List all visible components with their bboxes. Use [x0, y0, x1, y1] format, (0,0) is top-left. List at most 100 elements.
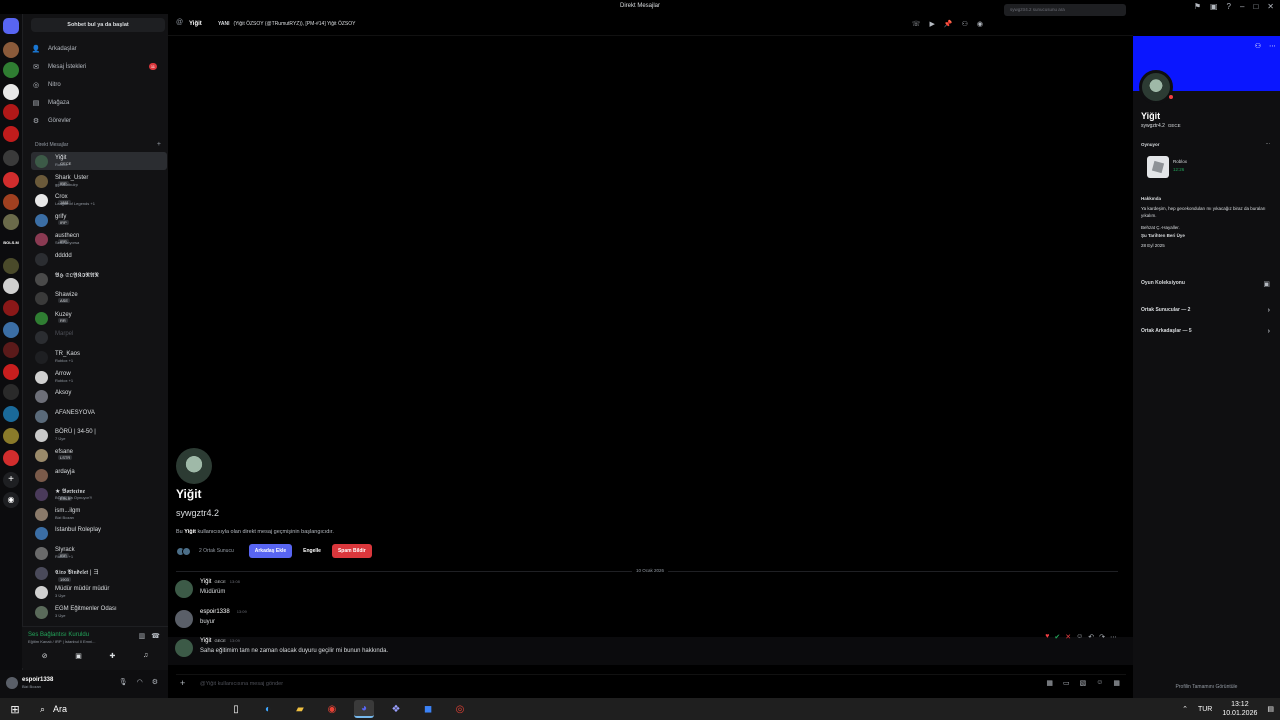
- dm-item[interactable]: ★ 𝕭𝖔𝖗𝖙𝖊𝖈𝖎𝖓𝖊 ERLK BÖRÜ Na Oynuyor?!: [31, 485, 167, 503]
- dm-item[interactable]: efsane LSTR: [31, 446, 167, 464]
- server-icon[interactable]: [3, 450, 19, 466]
- language-indicator[interactable]: TUR: [1198, 706, 1212, 713]
- activity-more-icon[interactable]: ⋯: [1266, 140, 1271, 147]
- dm-item[interactable]: austhecn IRP Sesli arıyorsa: [31, 230, 167, 248]
- nav-friends[interactable]: 👤 Arkadaşlar: [31, 42, 165, 56]
- common-servers-row[interactable]: Ortak Sunucular — 2 ›: [1141, 307, 1272, 321]
- emoji-icon[interactable]: ☺: [1096, 679, 1103, 687]
- message[interactable]: espoir1338 13:09 buyur: [168, 608, 1133, 636]
- dm-item[interactable]: AFANESYOVA: [31, 407, 167, 425]
- sticker-icon[interactable]: ▧: [1080, 679, 1087, 687]
- common-servers-link[interactable]: 2 Ortak Sunucu: [199, 548, 234, 554]
- dm-item[interactable]: ardayja: [31, 466, 167, 484]
- app-icon[interactable]: ◎: [450, 700, 470, 718]
- nav-message-requests[interactable]: ✉ Mesaj İstekleri 11: [31, 60, 165, 74]
- server-icon[interactable]: [3, 364, 19, 380]
- server-icon[interactable]: [3, 278, 19, 294]
- chrome-icon[interactable]: ◉: [322, 700, 342, 718]
- discover-icon[interactable]: ◉: [3, 492, 19, 508]
- nav-quests[interactable]: ⚙ Görevler: [31, 114, 165, 128]
- chevron-up-icon[interactable]: ⌃: [1182, 705, 1188, 713]
- dm-item[interactable]: Marpel: [31, 328, 167, 346]
- game-collection-row[interactable]: Oyun Koleksiyonu ▣: [1141, 280, 1272, 294]
- attach-plus-icon[interactable]: +: [180, 678, 185, 688]
- check-reaction-icon[interactable]: ✔: [1054, 633, 1060, 641]
- author-name[interactable]: espoir1338: [200, 609, 230, 615]
- add-friend-button[interactable]: Arkadaş Ekle: [248, 544, 293, 558]
- dm-item[interactable]: Crox 1881 League of Legends +1: [31, 191, 167, 209]
- nav-shop[interactable]: ▤ Mağaza: [31, 96, 165, 110]
- roblox-icon[interactable]: ◼: [418, 700, 438, 718]
- dm-item[interactable]: ddddd: [31, 250, 167, 268]
- add-friends-icon[interactable]: ⚇: [962, 20, 968, 28]
- find-conversation-button[interactable]: Sohbet bul ya da başlat: [31, 18, 165, 32]
- camera-off-icon[interactable]: ⊘: [42, 652, 48, 660]
- dm-item[interactable]: BÖRÜ | 34-50 | 7 Üye: [31, 426, 167, 444]
- dm-item[interactable]: Kuzey RR: [31, 309, 167, 327]
- apps-icon[interactable]: ▦: [1113, 679, 1120, 687]
- server-icon[interactable]: [3, 342, 19, 358]
- server-icon[interactable]: [3, 62, 19, 78]
- server-icon[interactable]: [3, 84, 19, 100]
- server-icon[interactable]: [3, 126, 19, 142]
- dm-item[interactable]: 𝕮𝖎𝖗𝖔 𝖁𝖎𝖓𝖉𝖊𝖑𝖊𝖙 | ヨ 1903: [31, 564, 167, 582]
- add-reaction-icon[interactable]: ☺: [1076, 633, 1083, 641]
- settings-gear-icon[interactable]: ⚙: [152, 678, 158, 686]
- activities-icon[interactable]: ✚: [109, 652, 115, 660]
- discord-home-icon[interactable]: [3, 18, 19, 34]
- inbox-icon[interactable]: ⚑: [1194, 2, 1201, 11]
- microphone-icon[interactable]: 🎙: [119, 678, 128, 686]
- dm-item[interactable]: Shark_Uster IRP gg.istanbulrp: [31, 172, 167, 190]
- avatar[interactable]: [175, 639, 193, 657]
- dm-item[interactable]: 𝕭𝕳 𝕾𝕺𝖄𝕶𝕴𝕽𝕬𝕹: [31, 270, 167, 288]
- new-dm-plus-icon[interactable]: +: [157, 141, 161, 148]
- dm-item[interactable]: Aksoy: [31, 387, 167, 405]
- report-spam-button[interactable]: Spam Bildir: [331, 544, 372, 558]
- reply-icon[interactable]: ↶: [1088, 633, 1094, 641]
- task-view-icon[interactable]: ▯: [226, 700, 246, 718]
- avatar[interactable]: [175, 610, 193, 628]
- server-icon[interactable]: [3, 322, 19, 338]
- dm-item[interactable]: EGM Eğitmenler Odası 3 Üye: [31, 603, 167, 621]
- nav-nitro[interactable]: ◎ Nitro: [31, 78, 165, 92]
- dm-item[interactable]: Slyrack IRP Roblox +1: [31, 544, 167, 562]
- screen-share-icon[interactable]: ▣: [75, 652, 82, 660]
- view-full-profile-link[interactable]: Profilin Tamamını Görüntüle: [1133, 684, 1280, 690]
- server-icon[interactable]: [3, 104, 19, 120]
- server-icon[interactable]: BOLS.M: [1, 240, 21, 245]
- server-icon[interactable]: [3, 258, 19, 274]
- voice-location[interactable]: Eğitim Kanalı / IRP | İstanbul Il Emni..…: [28, 639, 95, 644]
- disconnect-icon[interactable]: ☎: [151, 632, 160, 640]
- windows-start-icon[interactable]: ⊞: [0, 703, 30, 716]
- screen-icon[interactable]: ▣: [1210, 2, 1218, 11]
- common-friends-row[interactable]: Ortak Arkadaşlar — 5 ›: [1141, 328, 1272, 342]
- server-icon[interactable]: [3, 406, 19, 422]
- notifications-icon[interactable]: ▤: [1267, 705, 1274, 713]
- gif-icon[interactable]: ▭: [1063, 679, 1070, 687]
- noise-suppression-icon[interactable]: ▥: [139, 632, 146, 640]
- maximize-icon[interactable]: □: [1253, 2, 1258, 11]
- dm-item[interactable]: TR_Kaos Roblox +1: [31, 348, 167, 366]
- voice-call-icon[interactable]: ☏: [912, 20, 921, 28]
- video-call-icon[interactable]: ▶: [930, 20, 935, 28]
- help-icon[interactable]: ?: [1227, 2, 1231, 11]
- server-icon[interactable]: [3, 194, 19, 210]
- add-server-icon[interactable]: +: [3, 472, 19, 488]
- search-input[interactable]: sywgztr4.2 sunucusunu ara: [1004, 4, 1126, 16]
- more-icon[interactable]: ⋯: [1110, 633, 1117, 641]
- message[interactable]: Yiğit GECE 13:08 Müdürüm: [168, 578, 1133, 606]
- composer-placeholder[interactable]: @Yiğit kullanıcısına mesaj gönder: [200, 681, 283, 687]
- dm-item[interactable]: Arrow Roblox +1: [31, 368, 167, 386]
- user-profile-icon[interactable]: ◉: [977, 20, 983, 28]
- file-explorer-icon[interactable]: ▰: [290, 700, 310, 718]
- server-icon[interactable]: [3, 300, 19, 316]
- taskbar-search[interactable]: ⌕ Ara: [30, 698, 220, 720]
- message[interactable]: Yiğit GECE 13:09 Saha eğitimim tam ne zama…: [168, 633, 1133, 665]
- dm-item[interactable]: grify IRP: [31, 211, 167, 229]
- app-icon[interactable]: ❖: [386, 700, 406, 718]
- heart-reaction-icon[interactable]: ♥: [1045, 633, 1049, 641]
- dm-item[interactable]: Müdür müdür müdür 3 Üye: [31, 583, 167, 601]
- more-icon[interactable]: ⋯: [1269, 42, 1276, 50]
- server-icon[interactable]: [3, 428, 19, 444]
- server-icon[interactable]: [3, 150, 19, 166]
